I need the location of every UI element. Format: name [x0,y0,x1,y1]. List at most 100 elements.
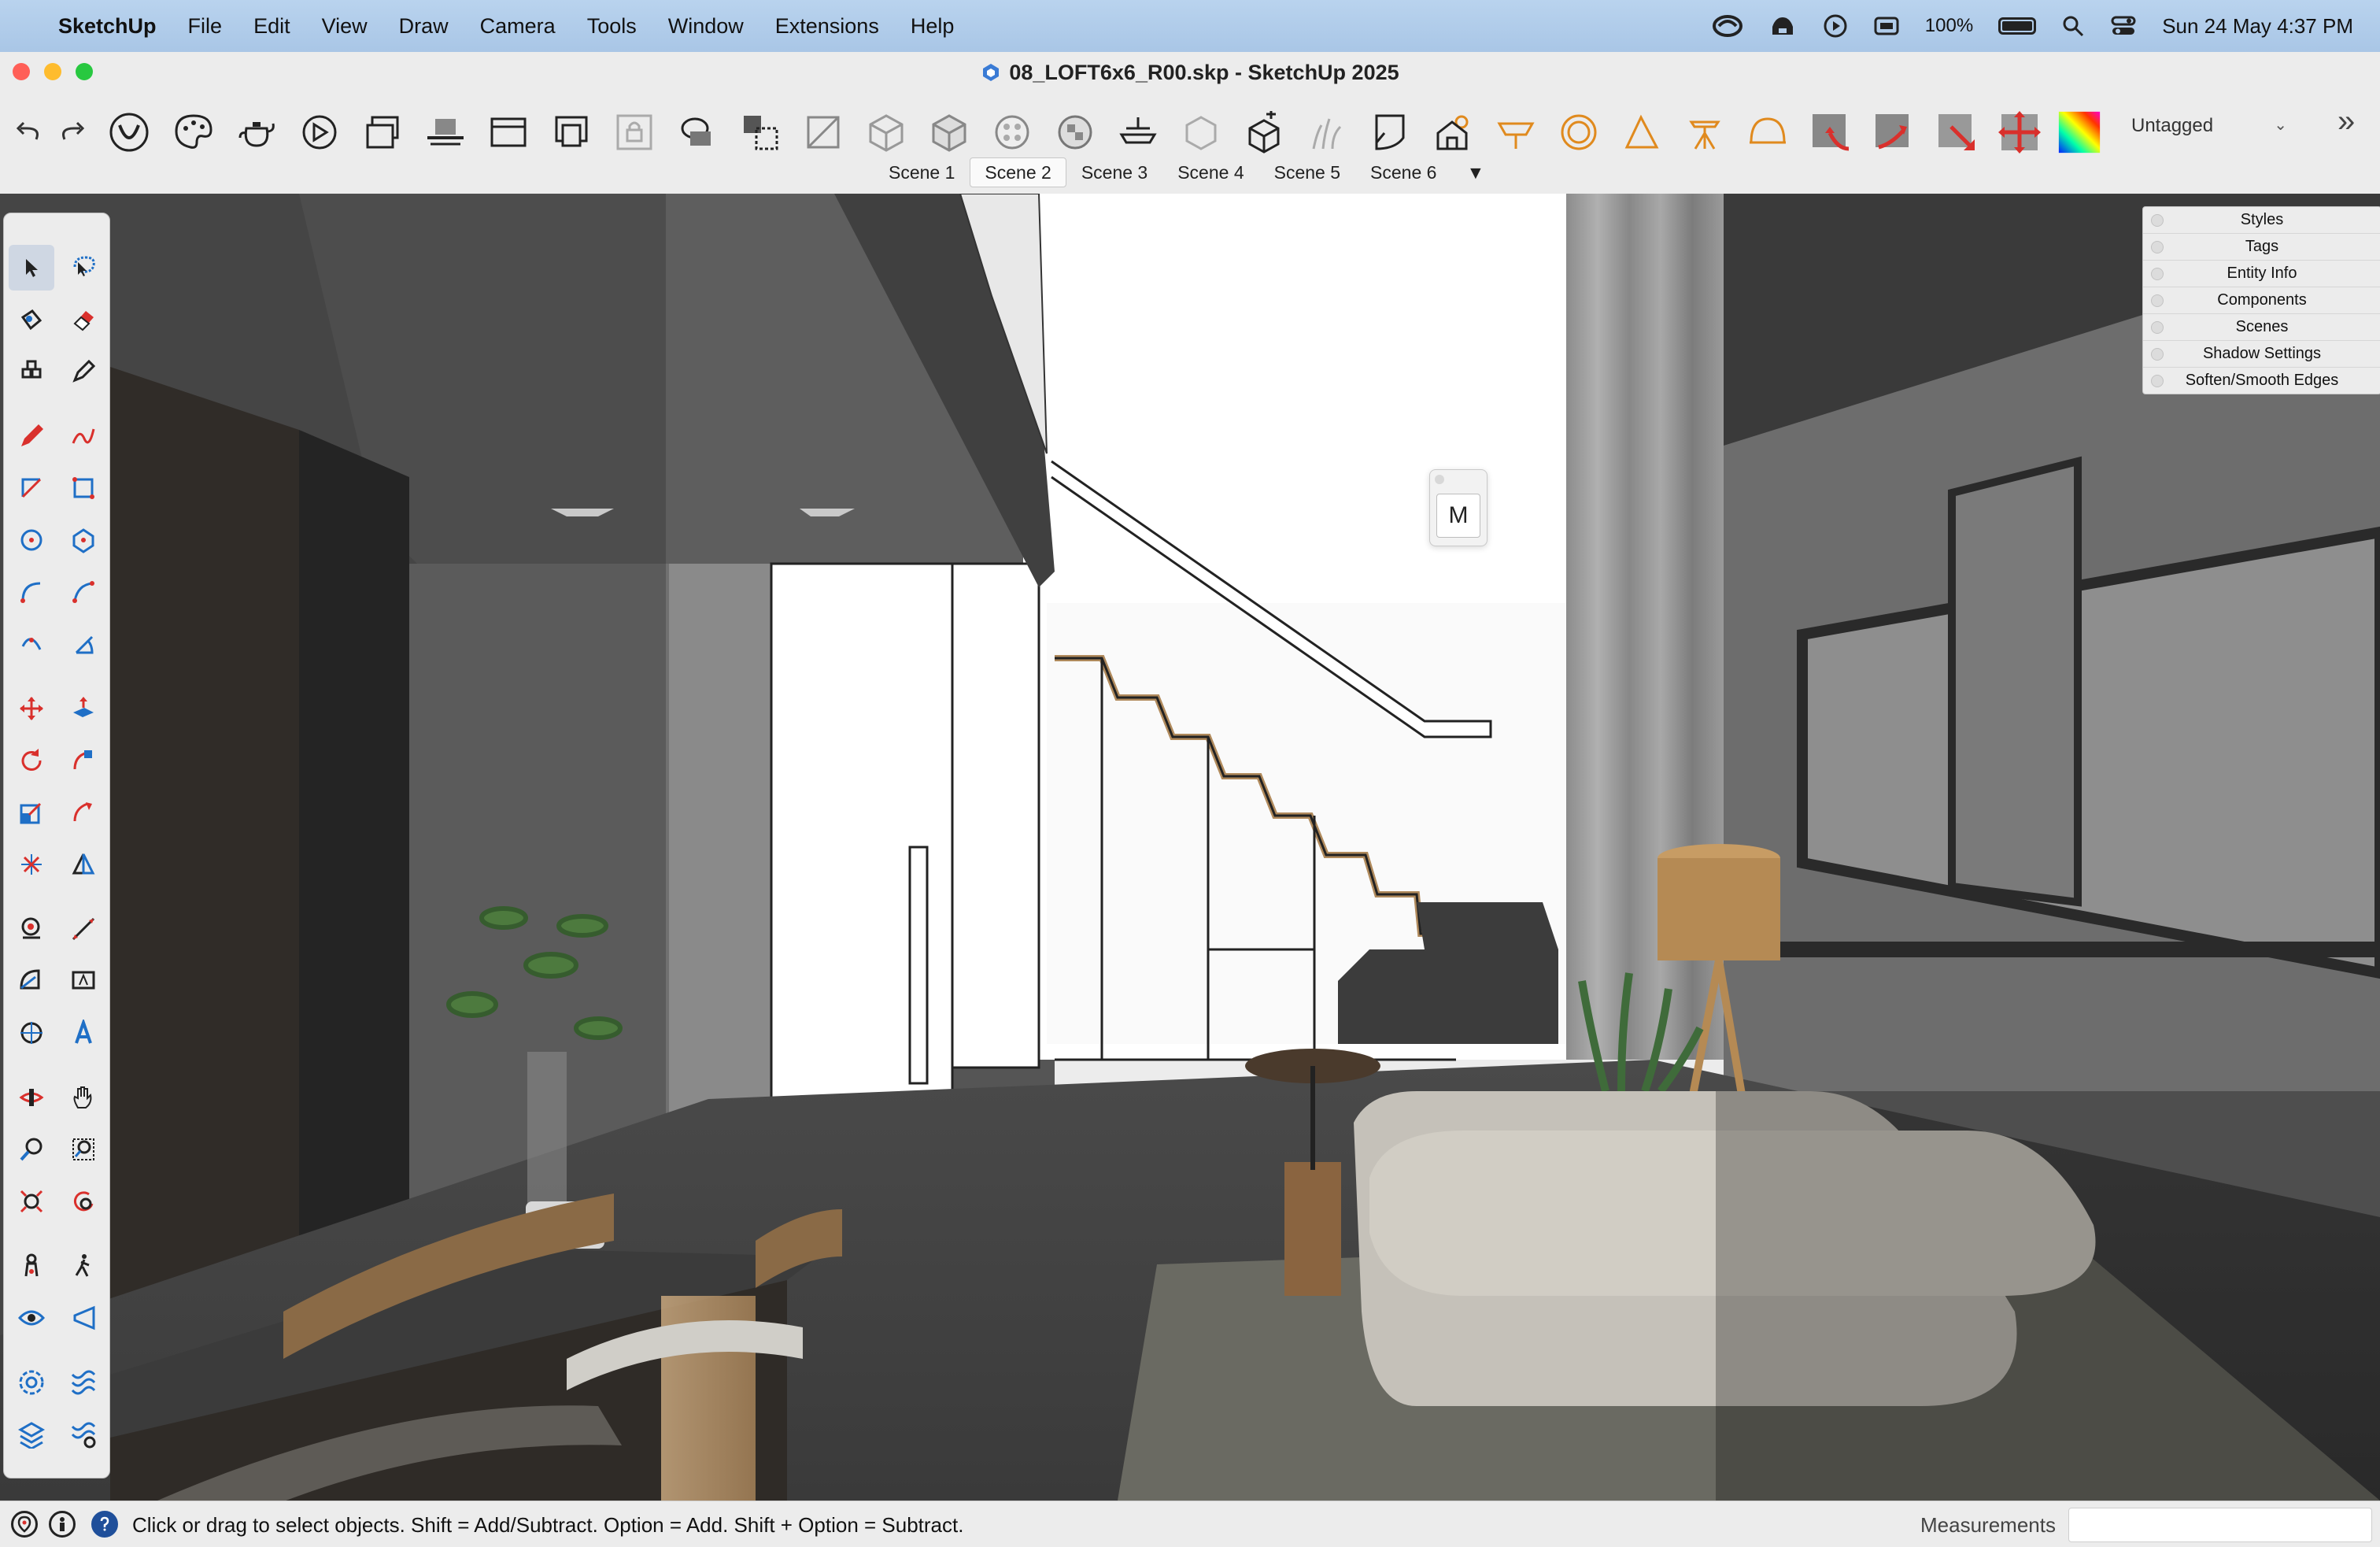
color-picker-button[interactable] [2056,109,2103,156]
tray-panel-tags[interactable]: Tags [2143,234,2380,261]
rotate-texture-button[interactable] [1807,109,1854,156]
texture-tweaker-button[interactable] [1366,109,1414,156]
component-button[interactable] [1240,109,1288,156]
fog-button[interactable] [1177,109,1225,156]
minimize-window-button[interactable] [44,63,61,80]
close-window-button[interactable] [13,63,30,80]
mirror-tool[interactable] [61,842,106,887]
floor-lamp-button[interactable] [1681,109,1728,156]
freehand-tool[interactable] [61,413,106,459]
sandbox-stamp-tool[interactable] [9,1412,54,1457]
text-tool[interactable] [61,958,106,1004]
dome-light-button[interactable] [1744,109,1791,156]
3d-text-tool[interactable] [61,1010,106,1056]
tab-scene-4[interactable]: Scene 4 [1162,157,1258,187]
back-edges-button[interactable] [737,109,784,156]
menu-window[interactable]: Window [668,14,744,39]
menu-edit[interactable]: Edit [253,14,290,39]
model-viewport[interactable] [0,194,2380,1501]
zoom-window-tool[interactable] [61,1127,106,1172]
display-section-planes-button[interactable] [485,109,532,156]
help-icon[interactable] [91,1511,118,1538]
scale-tool[interactable] [9,790,54,835]
scale-texture-button[interactable] [1933,109,1980,156]
xray-button[interactable] [674,109,721,156]
measurements-input[interactable] [2068,1508,2372,1542]
pie-tool[interactable] [61,621,106,667]
tray-panel-entity-info[interactable]: Entity Info [2143,261,2380,287]
keyboard-display-icon[interactable] [1873,15,1900,37]
tray-panel-soften-smooth-edges[interactable]: Soften/Smooth Edges [2143,368,2380,394]
paint-bucket-tool[interactable] [9,297,54,342]
tag-dropdown[interactable]: Untagged ⌄ [2117,110,2298,142]
tag-tool[interactable] [9,349,54,394]
lasso-select-tool[interactable] [61,245,106,291]
tape-measure-tool[interactable] [9,906,54,952]
monochrome-button[interactable] [1051,109,1099,156]
menu-tools[interactable]: Tools [587,14,637,39]
menu-camera[interactable]: Camera [480,14,556,39]
menu-help[interactable]: Help [911,14,955,39]
printer-cloud-icon[interactable] [1768,14,1798,38]
dimension-tool[interactable] [61,906,106,952]
axes-tool[interactable] [9,1010,54,1056]
sandbox-settings-tool[interactable] [61,1412,106,1457]
move-tool[interactable] [9,686,54,731]
control-center-icon[interactable] [2110,14,2137,38]
spotlight-search-icon[interactable] [2061,14,2085,38]
move-texture-button[interactable] [1996,109,2043,156]
flip-tool[interactable] [61,790,106,835]
polygon-tool[interactable] [61,517,106,563]
m-extension-button[interactable]: M [1436,494,1480,538]
flip-texture-button[interactable] [1870,109,1917,156]
select-tool[interactable] [9,245,54,291]
redo-button[interactable] [47,109,94,156]
offset-tool[interactable] [9,842,54,887]
sandbox-from-contours-tool[interactable] [9,1360,54,1405]
menu-file[interactable]: File [188,14,223,39]
advanced-camera-tool[interactable] [61,1295,106,1341]
shaded-button[interactable] [926,109,973,156]
ring-light-button[interactable] [1555,109,1602,156]
pan-tool[interactable] [61,1075,106,1120]
zoom-extents-tool[interactable] [9,1179,54,1224]
shaded-textures-button[interactable] [989,109,1036,156]
rotate-tool[interactable] [9,738,54,783]
warehouse-button[interactable] [233,109,280,156]
sketchup-logo-button[interactable] [105,109,153,156]
tab-scene-6[interactable]: Scene 6 [1355,157,1451,187]
panel-close-icon[interactable] [1435,475,1444,484]
app-menu[interactable]: SketchUp [58,14,157,39]
spot-light-button[interactable] [1618,109,1665,156]
shadows-button[interactable] [1114,109,1162,156]
tab-scene-5[interactable]: Scene 5 [1259,157,1355,187]
light-extension-button[interactable] [1429,109,1476,156]
tray-panel-styles[interactable]: Styles [2143,207,2380,234]
walk-tool[interactable] [61,1243,106,1289]
display-section-cuts-button[interactable] [548,109,595,156]
geo-location-icon[interactable] [11,1511,38,1538]
rotated-rectangle-tool[interactable] [61,465,106,511]
hidden-line-button[interactable] [863,109,910,156]
tray-panel-shadow-settings[interactable]: Shadow Settings [2143,341,2380,368]
battery-icon[interactable] [1998,17,2037,35]
wireframe-button[interactable] [800,109,847,156]
section-plane-button[interactable] [422,109,469,156]
menu-extensions[interactable]: Extensions [775,14,879,39]
materials-button[interactable] [170,109,217,156]
toolbar-overflow-icon[interactable]: » [2338,104,2355,139]
protractor-tool[interactable] [9,958,54,1004]
tag-paint-tool[interactable] [61,349,106,394]
layout-button[interactable] [359,109,406,156]
arc-tool[interactable] [9,569,54,615]
menu-view[interactable]: View [322,14,368,39]
tray-panel-scenes[interactable]: Scenes [2143,314,2380,341]
play-circle-icon[interactable] [1823,13,1848,39]
pendant-light-button[interactable] [1492,109,1539,156]
eraser-tool[interactable] [61,297,106,342]
orbit-tool[interactable] [9,1075,54,1120]
undo-button[interactable] [6,109,54,156]
line-tool[interactable] [9,413,54,459]
creative-cloud-icon[interactable] [1712,14,1743,38]
extension-warehouse-button[interactable] [296,109,343,156]
